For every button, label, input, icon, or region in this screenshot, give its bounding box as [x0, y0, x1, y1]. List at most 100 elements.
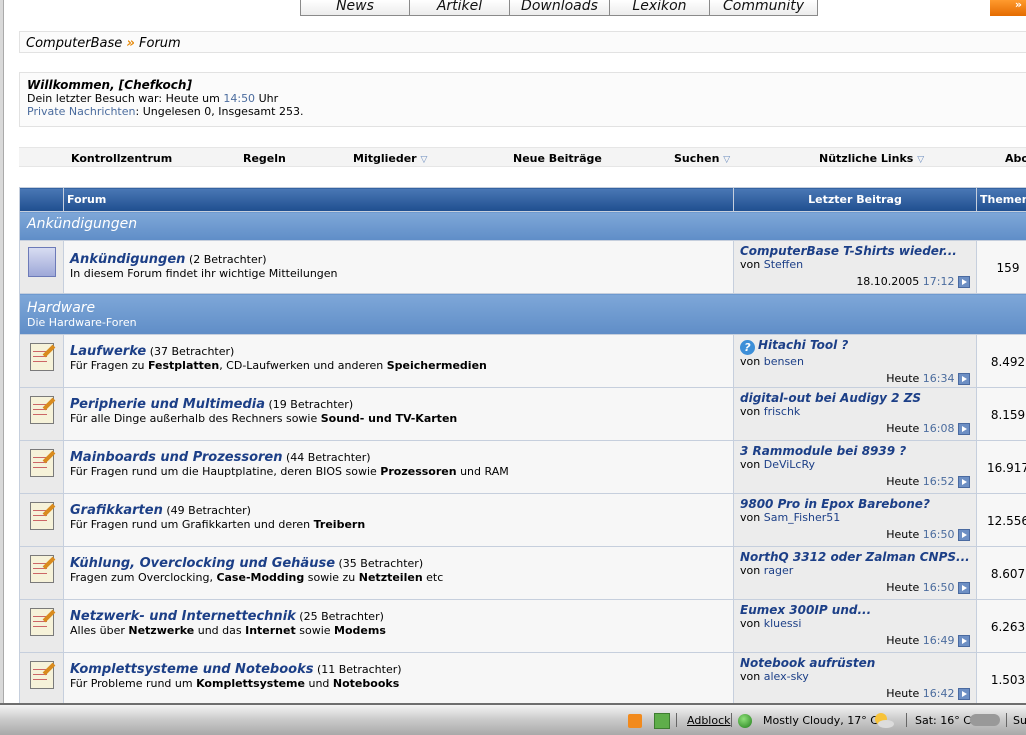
forum-notepad-icon — [27, 606, 57, 638]
author-link[interactable]: DeViLcRy — [764, 458, 815, 471]
desc-emphasis: Notebooks — [332, 677, 400, 690]
forum-title-link[interactable]: Laufwerke — [70, 344, 146, 359]
go-to-last-post-icon[interactable] — [958, 423, 970, 435]
announcement-icon — [27, 247, 56, 277]
go-to-last-post-icon[interactable] — [958, 276, 970, 288]
author-link[interactable]: Sam_Fisher51 — [764, 511, 841, 524]
forum-title-link[interactable]: Komplettsysteme und Notebooks — [70, 662, 313, 677]
forum-notepad-icon — [27, 447, 57, 479]
topics-count: 159 — [976, 240, 1026, 294]
by-label: von — [740, 564, 761, 577]
author-link[interactable]: frischk — [764, 405, 801, 418]
taskbar: Adblock Mostly Cloudy, 17° C Sat: 16° C … — [0, 703, 1026, 735]
rss-icon[interactable] — [628, 714, 642, 728]
table-row: Laufwerke (37 Betrachter) Für Fragen zu F… — [19, 334, 1026, 388]
author-link[interactable]: Steffen — [764, 258, 803, 271]
last-post-title[interactable]: ? Hitachi Tool ? — [740, 339, 970, 355]
forum-notepad-icon — [27, 553, 57, 585]
author-link[interactable]: rager — [764, 564, 794, 577]
private-messages-link[interactable]: Private Nachrichten — [27, 105, 136, 118]
forum-title-link[interactable]: Netzwerk- und Internettechnik — [70, 609, 296, 624]
status-green-icon[interactable] — [738, 714, 752, 728]
adblock-button[interactable]: Adblock — [687, 708, 731, 734]
go-to-last-post-icon[interactable] — [958, 688, 970, 700]
nav-kontrollzentrum[interactable]: Kontrollzentrum — [71, 152, 172, 165]
last-post-title[interactable]: 3 Rammodule bei 8939 ? — [740, 445, 970, 458]
expand-button[interactable]: » — [990, 0, 1026, 16]
checkmark-icon[interactable] — [654, 713, 670, 729]
category-row: Ankündigungen — [19, 211, 1026, 241]
nav-nuetzliche-links[interactable]: Nützliche Links ▽ — [819, 152, 924, 165]
header-forum: Forum — [63, 187, 734, 212]
nav-regeln[interactable]: Regeln — [243, 152, 286, 165]
author-link[interactable]: bensen — [764, 355, 804, 368]
go-to-last-post-icon[interactable] — [958, 635, 970, 647]
by-label: von — [740, 458, 761, 471]
last-post-title[interactable]: digital-out bei Audigy 2 ZS — [740, 392, 970, 405]
window-left-edge — [0, 0, 4, 705]
last-post-cell: digital-out bei Audigy 2 ZS von frischk He… — [733, 387, 977, 441]
nav-abo[interactable]: Abo — [1005, 152, 1026, 165]
tab-community[interactable]: Community — [710, 0, 818, 16]
tab-lexikon[interactable]: Lexikon — [610, 0, 710, 16]
breadcrumb-home-link[interactable]: ComputerBase — [26, 36, 122, 51]
tab-downloads[interactable]: Downloads — [510, 0, 610, 16]
time-label: 16:34 — [922, 372, 955, 385]
desc-emphasis: Prozessoren — [380, 465, 457, 478]
table-row: Ankündigungen (2 Betrachter) In diesem F… — [19, 240, 1026, 294]
last-post-title[interactable]: Notebook aufrüsten — [740, 657, 970, 670]
tab-artikel[interactable]: Artikel — [410, 0, 510, 16]
category-name[interactable]: Ankündigungen — [27, 216, 137, 232]
table-row: Mainboards und Prozessoren (44 Betrachte… — [19, 440, 1026, 494]
nav-suchen[interactable]: Suchen ▽ — [674, 152, 730, 165]
last-post-title[interactable]: Eumex 300IP und... — [740, 604, 970, 617]
forum-viewers: (19 Betrachter) — [268, 398, 354, 411]
category-name[interactable]: Hardware — [27, 300, 1026, 316]
desc-text: Für Fragen rund um Grafikkarten und dere… — [70, 518, 314, 531]
last-post-title-text: NorthQ 3312 oder Zalman CNPS... — [740, 551, 970, 564]
go-to-last-post-icon[interactable] — [958, 476, 970, 488]
go-to-last-post-icon[interactable] — [958, 529, 970, 541]
last-post-author: von alex-sky — [740, 670, 970, 683]
go-to-last-post-icon[interactable] — [958, 373, 970, 385]
last-post-title-text: Notebook aufrüsten — [740, 657, 876, 670]
author-link[interactable]: kluessi — [764, 617, 802, 630]
forum-title-link[interactable]: Mainboards und Prozessoren — [70, 450, 283, 465]
desc-emphasis: Netzteilen — [358, 571, 423, 584]
last-post-title[interactable]: ComputerBase T-Shirts wieder... — [740, 245, 970, 258]
desc-emphasis: Netzwerke — [128, 624, 195, 637]
forum-title-link[interactable]: Kühlung, Overclocking und Gehäuse — [70, 556, 335, 571]
forum-description: Für Probleme rund um Komplettsysteme und… — [70, 677, 399, 690]
last-post-title[interactable]: NorthQ 3312 oder Zalman CNPS... — [740, 551, 970, 564]
nav-neue-beitraege[interactable]: Neue Beiträge — [513, 152, 602, 165]
forum-viewers: (37 Betrachter) — [149, 345, 235, 358]
author-link[interactable]: alex-sky — [764, 670, 809, 683]
weather-current[interactable]: Mostly Cloudy, 17° C — [763, 708, 878, 734]
forum-title-link[interactable]: Ankündigungen — [70, 252, 185, 267]
forum-cell: Mainboards und Prozessoren (44 Betrachte… — [63, 440, 734, 494]
forum-viewers: (44 Betrachter) — [286, 451, 371, 464]
forum-cell: Netzwerk- und Internettechnik (25 Betrac… — [63, 599, 734, 653]
forum-viewers: (2 Betrachter) — [188, 253, 267, 266]
weather-forecast-next[interactable]: Su — [1013, 708, 1026, 734]
quick-navigation-bar: Kontrollzentrum Regeln Mitglieder ▽ Neue… — [19, 147, 1026, 167]
desc-text: und RAM — [456, 465, 509, 478]
date-label: Heute — [886, 687, 920, 700]
forum-description: In diesem Forum findet ihr wichtige Mitt… — [70, 267, 338, 280]
go-to-last-post-icon[interactable] — [958, 582, 970, 594]
desc-text: Für Probleme rund um — [70, 677, 197, 690]
last-post-title[interactable]: 9800 Pro in Epox Barebone? — [740, 498, 970, 511]
tab-news[interactable]: News — [300, 0, 410, 16]
forum-description: Für alle Dinge außerhalb des Rechners so… — [70, 412, 457, 425]
weather-forecast[interactable]: Sat: 16° C — [915, 708, 971, 734]
last-post-date: Heute 16:49 — [740, 634, 970, 647]
forum-title-link[interactable]: Grafikkarten — [70, 503, 163, 518]
forum-title-link[interactable]: Peripherie und Multimedia — [70, 397, 265, 412]
forum-table: Forum Letzter Beitrag Themen Ankündigung… — [19, 187, 1026, 706]
nav-mitglieder[interactable]: Mitglieder ▽ — [353, 152, 427, 165]
forum-notepad-icon — [27, 394, 57, 426]
forum-description: Für Fragen rund um die Hauptplatine, der… — [70, 465, 509, 478]
desc-emphasis: Festplatten — [147, 359, 220, 372]
desc-text: Für Fragen zu — [70, 359, 148, 372]
forum-notepad-icon — [27, 659, 57, 691]
